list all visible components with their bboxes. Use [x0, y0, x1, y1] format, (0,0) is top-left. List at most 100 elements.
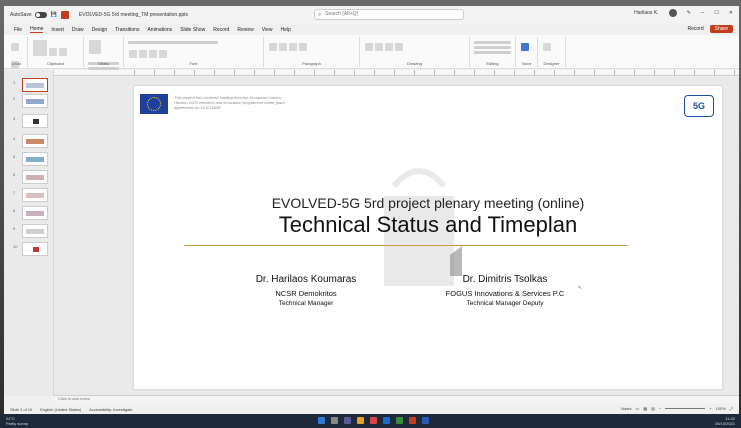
search-icon: ⌕ [318, 12, 322, 18]
taskbar-apps [318, 417, 429, 424]
slide-subtitle: EVOLVED-5G 5rd project plenary meeting (… [271, 195, 585, 211]
paste-icon[interactable] [33, 40, 47, 56]
reading-view-icon[interactable]: ▤ [651, 406, 655, 411]
teams-icon[interactable] [344, 417, 351, 424]
user-name[interactable]: Harilaos K. [634, 10, 658, 16]
italic-icon[interactable] [139, 50, 147, 58]
maximize-icon[interactable]: ☐ [714, 10, 718, 16]
fit-slide-icon[interactable]: ⤢ [730, 406, 733, 411]
slide-thumbnail-7[interactable] [22, 188, 48, 202]
screen-frame: AutoSave 💾 EVOLVED-5G 5rd meeting_TM pre… [0, 0, 741, 428]
pen-icon[interactable]: ✎ [687, 10, 691, 16]
chrome-icon[interactable] [370, 417, 377, 424]
slide-thumbnail-1[interactable] [22, 78, 48, 92]
underline-icon[interactable] [149, 50, 157, 58]
current-slide[interactable]: This project has received funding from t… [134, 86, 722, 389]
menu-home[interactable]: Home [30, 26, 44, 33]
system-clock[interactable]: 11:42 25/10/2021 [715, 416, 735, 426]
autosave-toggle[interactable]: AutoSave [10, 12, 47, 18]
slide-thumbnail-pane[interactable]: 1 2 3 4 5 6 7 8 9 10 [4, 70, 54, 396]
bullets-icon[interactable] [269, 43, 277, 51]
autosave-label: AutoSave [10, 12, 32, 18]
language-indicator[interactable]: English (United States) [40, 407, 81, 412]
align-left-icon[interactable] [289, 43, 297, 51]
file-explorer-icon[interactable] [357, 417, 364, 424]
ribbon-group-label: Voice [521, 61, 532, 66]
ribbon-group-label: Clipboard [46, 61, 65, 66]
share-button[interactable]: Share [709, 25, 733, 33]
outlook-icon[interactable] [383, 417, 390, 424]
slide-thumbnail-8[interactable] [22, 206, 48, 220]
slide-sorter-icon[interactable]: ▦ [643, 406, 647, 411]
weather-desc: Partly sunny [6, 421, 29, 426]
shapes-icon[interactable] [365, 43, 373, 51]
bold-icon[interactable] [129, 50, 137, 58]
powerpoint-logo-icon [60, 11, 69, 19]
author-role: Technical Manager Deputy [466, 300, 544, 307]
menu-record[interactable]: Record [213, 27, 229, 33]
slide-thumbnail-2[interactable] [22, 94, 48, 108]
menu-help[interactable]: Help [280, 27, 290, 33]
zoom-in-icon[interactable]: + [709, 406, 711, 411]
slide-thumbnail-5[interactable] [22, 152, 48, 166]
menu-design[interactable]: Design [92, 27, 108, 33]
zoom-level[interactable]: 100% [716, 406, 726, 411]
normal-view-icon[interactable]: ▭ [636, 406, 640, 411]
menu-slide-show[interactable]: Slide Show [180, 27, 205, 33]
author-name: Dr. Harilaos Koumaras [255, 274, 357, 285]
weather-widget[interactable]: 24°C Partly sunny [6, 416, 28, 426]
close-icon[interactable]: ✕ [729, 10, 733, 16]
align-center-icon[interactable] [299, 43, 307, 51]
menu-file[interactable]: File [14, 27, 22, 33]
dictate-icon[interactable] [521, 43, 529, 51]
quick-styles-icon[interactable] [385, 43, 393, 51]
menu-review[interactable]: Review [237, 27, 253, 33]
zoom-out-icon[interactable]: − [659, 406, 661, 411]
accessibility-status[interactable]: Accessibility: Investigate [89, 407, 132, 412]
arrange-icon[interactable] [375, 43, 383, 51]
undo-icon[interactable] [11, 43, 19, 51]
cut-icon[interactable] [49, 48, 57, 56]
notes-toggle[interactable]: Notes [621, 406, 631, 411]
ribbon-group-slides: Slides [84, 37, 124, 70]
author-role: Technical Manager [278, 300, 334, 307]
powerpoint-icon[interactable] [409, 417, 416, 424]
zoom-slider[interactable] [665, 408, 706, 409]
author-name: Dr. Dimitris Tsolkas [462, 274, 548, 285]
search-box[interactable]: ⌕ Search (Alt+Q) [314, 9, 464, 20]
slide-thumbnail-3[interactable] [22, 114, 48, 128]
slide-thumbnail-10[interactable] [22, 242, 48, 256]
ribbon-group-editing: Editing [470, 37, 516, 67]
author-block-1: Dr. Harilaos Koumaras NCSR Demokritos Te… [226, 274, 386, 307]
word-icon[interactable] [422, 417, 429, 424]
design-ideas-icon[interactable] [543, 43, 551, 51]
excel-icon[interactable] [396, 417, 403, 424]
slide-thumbnail-6[interactable] [22, 170, 48, 184]
menu-draw[interactable]: Draw [72, 27, 84, 33]
slide-thumbnail-4[interactable] [22, 134, 48, 148]
avatar[interactable] [668, 9, 677, 17]
shape-fill-icon[interactable] [395, 43, 403, 51]
menu-transitions[interactable]: Transitions [115, 27, 139, 33]
ribbon-group-paragraph: Paragraph [264, 37, 360, 67]
ribbon-group-label: Font [189, 61, 198, 66]
slide-thumbnail-9[interactable] [22, 224, 48, 238]
eu-funding-text: This project has received funding from t… [174, 95, 285, 110]
author-block-2: Dr. Dimitris Tsolkas FOGUS Innovations &… [420, 274, 590, 307]
start-icon[interactable] [318, 417, 325, 424]
search-icon[interactable] [331, 417, 338, 424]
menu-view[interactable]: View [262, 27, 273, 33]
save-icon[interactable]: 💾 [51, 12, 57, 18]
minimize-icon[interactable]: ─ [701, 10, 705, 16]
slide-counter: Slide 1 of 10 [10, 406, 33, 412]
notes-pane[interactable]: Click to add notes [54, 395, 739, 403]
menu-animations[interactable]: Animations [147, 27, 172, 33]
author-org: NCSR Demokritos [275, 289, 337, 298]
copy-icon[interactable] [59, 48, 67, 56]
toggle-switch-icon[interactable] [34, 12, 47, 18]
font-color-icon[interactable] [159, 50, 167, 58]
record-button[interactable]: Record [688, 26, 704, 32]
new-slide-icon[interactable] [89, 40, 101, 54]
menu-insert[interactable]: Insert [51, 27, 64, 33]
numbering-icon[interactable] [279, 43, 287, 51]
